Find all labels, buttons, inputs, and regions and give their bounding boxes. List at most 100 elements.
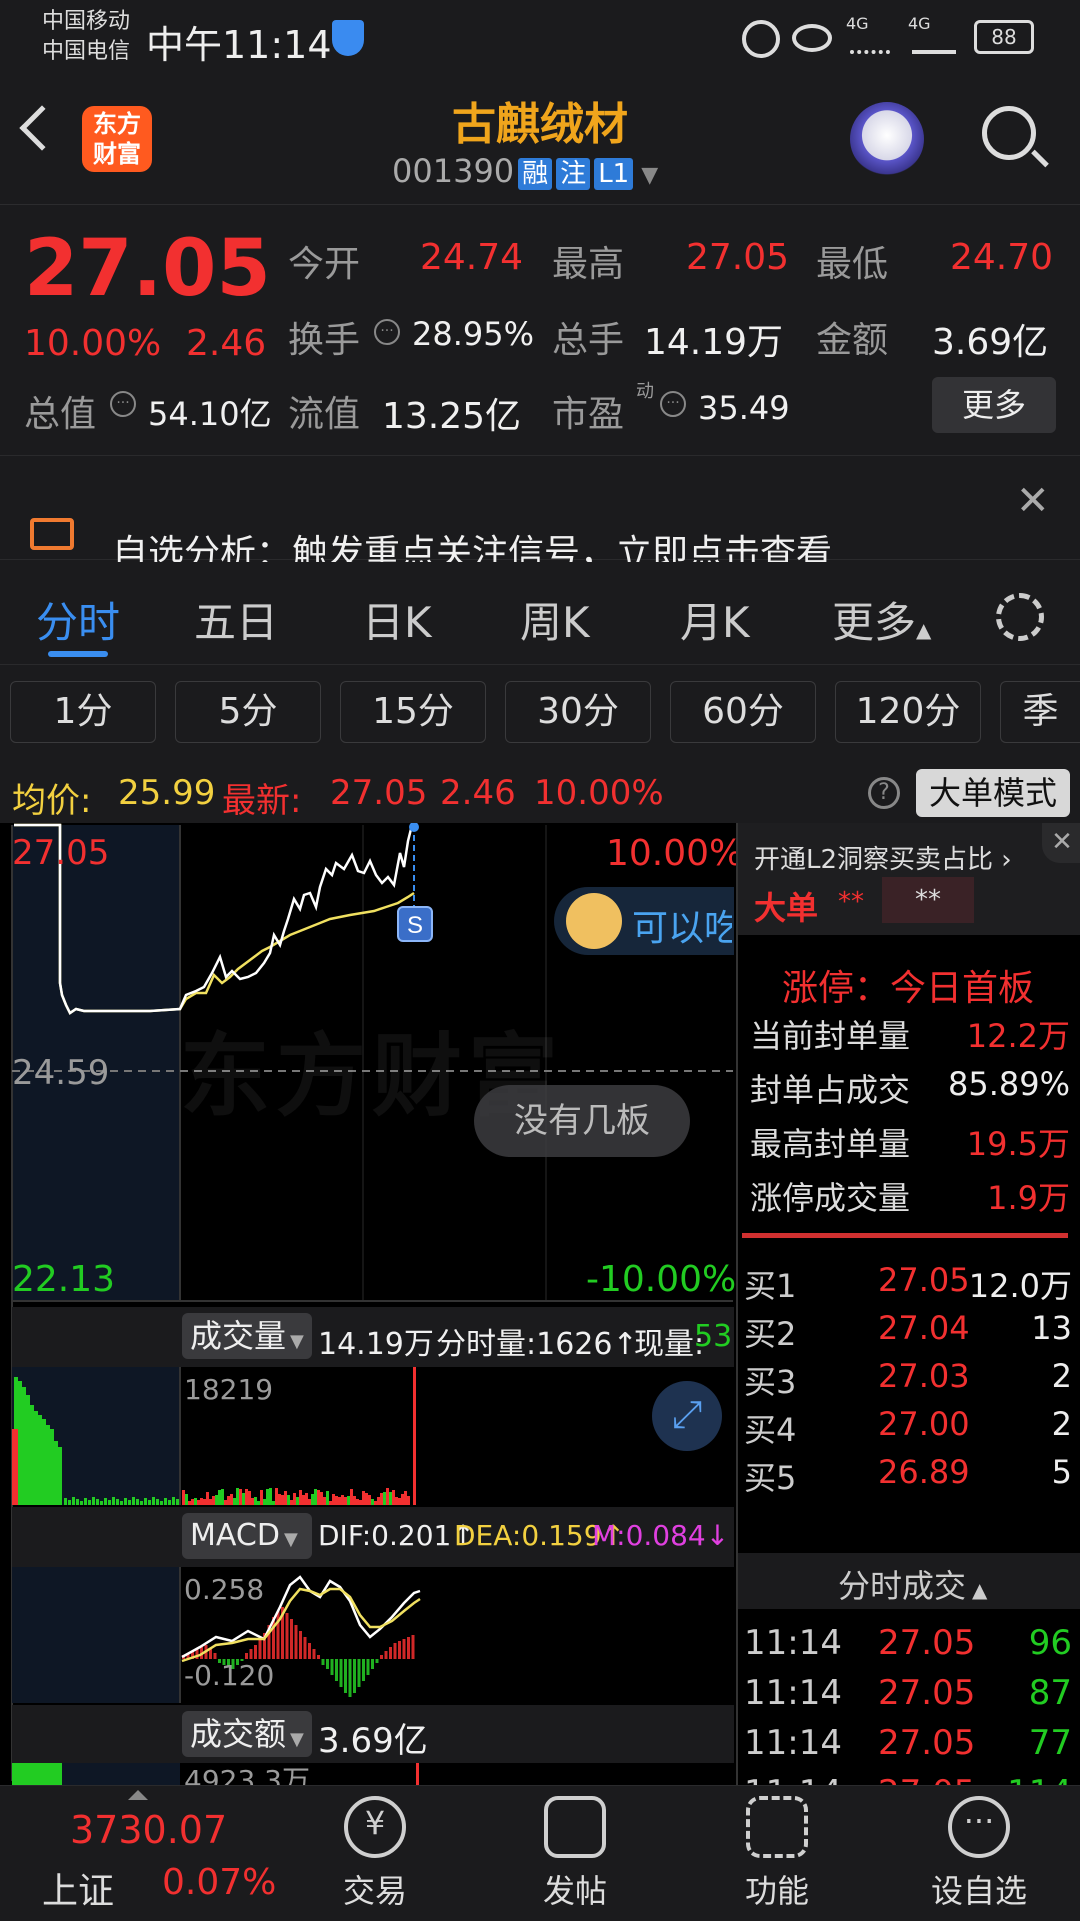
period-1min[interactable]: 1分 <box>10 681 156 743</box>
l2-promo[interactable]: 开通L2洞察买卖占比 › ✕ 大单 ** ** <box>738 823 1080 935</box>
macd-bar <box>294 1625 298 1659</box>
assistant-avatar[interactable] <box>850 102 924 176</box>
net-2-label: 4G <box>908 14 931 33</box>
overlay-tag-button[interactable]: 没有几板 <box>474 1085 690 1157</box>
chart-area: 均价: 25.99 最新: 27.05 2.46 10.00% ? 大单模式 S… <box>0 755 1080 1813</box>
chevron-down-icon: ▼ <box>641 163 659 188</box>
caret-up-icon: ▲ <box>916 618 932 642</box>
tab-five-day[interactable]: 五日 <box>194 589 278 650</box>
macd-bar <box>290 1619 293 1659</box>
period-5min[interactable]: 5分 <box>175 681 321 743</box>
limit-row-label: 当前封单量 <box>750 1017 911 1055</box>
nav-add-watchlist[interactable]: ··· 设自选 <box>904 1796 1054 1912</box>
tab-more[interactable]: 更多▲ <box>832 589 931 650</box>
limit-row-label: 最高封单量 <box>750 1125 911 1163</box>
limit-row-value: 19.5万 <box>966 1125 1070 1163</box>
gear-icon[interactable] <box>996 593 1044 641</box>
period-quarter[interactable]: 季 <box>1000 681 1080 743</box>
stock-code-row[interactable]: 001390 融注 L1 ▼ <box>392 152 658 190</box>
tab-daily-k[interactable]: 日K <box>362 589 432 650</box>
volume-bar <box>290 1500 293 1505</box>
volume-bar <box>18 1381 22 1505</box>
nav-functions-label: 功能 <box>744 1872 809 1910</box>
macd-dif: DIF:0.201↑ <box>318 1519 475 1552</box>
macd-bar <box>299 1631 302 1659</box>
volume-bar <box>128 1500 131 1505</box>
big-order-value-2: ** <box>882 877 974 923</box>
volume-bar <box>72 1497 75 1505</box>
search-icon[interactable] <box>982 106 1036 160</box>
macd-bar <box>384 1651 388 1659</box>
speed-icon <box>742 20 780 58</box>
volume-bar <box>323 1497 326 1505</box>
bid-level-label: 买5 <box>744 1459 797 1497</box>
volume-bar <box>116 1499 119 1505</box>
big-order-mode-button[interactable]: 大单模式 <box>916 769 1070 817</box>
amount-value: 3.69亿 <box>932 322 1049 363</box>
macd-chart <box>12 1567 421 1703</box>
nav-trade[interactable]: ¥ 交易 <box>300 1796 450 1912</box>
period-30min[interactable]: 30分 <box>505 681 651 743</box>
info-icon[interactable]: ··· <box>110 391 136 417</box>
volume-bar <box>263 1499 266 1505</box>
info-icon[interactable]: ··· <box>374 319 400 345</box>
trade-yen-icon: ¥ <box>344 1796 406 1858</box>
volume-max-label: 18219 <box>184 1373 274 1406</box>
bid-volume: 12.0万 <box>968 1267 1072 1305</box>
volume-bar <box>112 1497 115 1505</box>
open-label: 今开 <box>288 244 361 285</box>
volume-bar <box>84 1498 87 1505</box>
amount-selector[interactable]: 成交额 ▼ <box>182 1711 312 1757</box>
signal-2-icon <box>912 32 956 54</box>
macd-selector-label: MACD <box>190 1518 280 1553</box>
volume-bar <box>326 1491 329 1505</box>
volume-header: 成交量 ▼ 14.19万 分时量:1626↑ 现量: 53 <box>12 1307 734 1367</box>
high-value: 27.05 <box>686 237 790 278</box>
more-button[interactable]: 更多 <box>932 377 1056 433</box>
info-icon[interactable]: ··· <box>660 391 686 417</box>
volume-bar <box>371 1499 374 1505</box>
help-icon[interactable]: ? <box>868 777 900 809</box>
period-60min[interactable]: 60分 <box>670 681 816 743</box>
volume-selector[interactable]: 成交量 ▼ <box>182 1313 312 1359</box>
low-label: 最低 <box>816 244 889 285</box>
tab-monthly-k[interactable]: 月K <box>680 589 750 650</box>
limit-divider <box>742 1233 1068 1238</box>
chevron-down-icon: ▼ <box>290 1729 304 1750</box>
pct-min-label: -10.00% <box>586 1259 737 1300</box>
index-widget[interactable]: 3730.07 上证 0.07% <box>0 1786 276 1921</box>
nav-post[interactable]: 发帖 <box>500 1796 650 1912</box>
ai-badge[interactable]: 可以吃 <box>554 887 734 955</box>
tick-time: 11:14 <box>744 1623 842 1663</box>
net-1-label: 4G <box>846 14 869 33</box>
volume-bar <box>100 1501 103 1505</box>
nav-functions[interactable]: 功能 <box>702 1796 852 1912</box>
expand-icon[interactable]: ⤢ <box>652 1381 722 1451</box>
macd-selector[interactable]: MACD ▼ <box>182 1513 312 1559</box>
volume-bar <box>347 1496 350 1505</box>
volume-bar <box>136 1499 139 1505</box>
macd-bar <box>326 1659 329 1669</box>
tab-intraday[interactable]: 分时 <box>36 589 120 650</box>
volume-bar <box>401 1494 404 1505</box>
volume-bar <box>308 1499 311 1505</box>
tab-weekly-k[interactable]: 周K <box>520 589 590 650</box>
tick-time: 11:14 <box>744 1673 842 1713</box>
notice-bar[interactable]: 自选分析：触发重点关注信号，立即点击查看 ✕ <box>0 455 1080 562</box>
tick-price: 27.05 <box>878 1623 976 1663</box>
volume-bar <box>320 1492 323 1505</box>
close-icon[interactable]: ✕ <box>1042 823 1080 863</box>
period-120min[interactable]: 120分 <box>835 681 981 743</box>
low-value: 24.70 <box>950 237 1054 278</box>
stock-code: 001390 <box>392 152 515 190</box>
bid-price: 27.05 <box>878 1261 970 1299</box>
close-icon[interactable]: ✕ <box>1016 478 1050 524</box>
period-15min[interactable]: 15分 <box>340 681 486 743</box>
notice-text[interactable]: 自选分析：触发重点关注信号，立即点击查看 <box>112 524 832 562</box>
ticks-header[interactable]: 分时成交 ▲ <box>738 1553 1080 1609</box>
volume-bar <box>160 1501 163 1505</box>
limit-row-label: 涨停成交量 <box>750 1179 911 1217</box>
limit-row-value: 1.9万 <box>987 1179 1070 1217</box>
volume-bar <box>380 1493 383 1505</box>
registration-tag: 注 <box>556 158 591 190</box>
